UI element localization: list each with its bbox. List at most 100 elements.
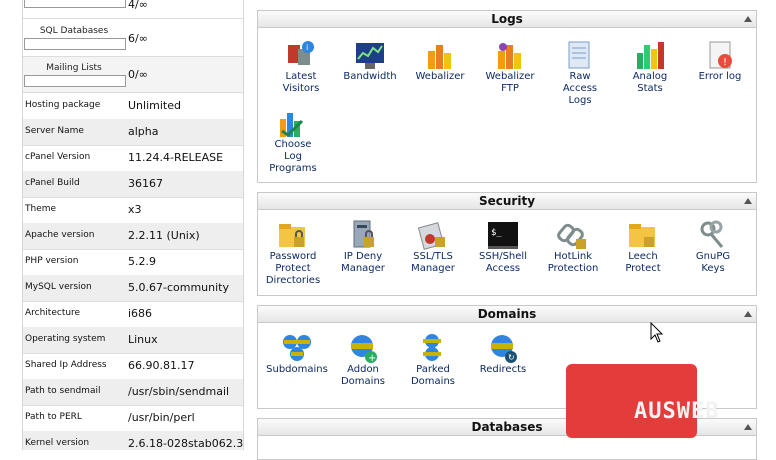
addon-domains-icon: + xyxy=(346,332,380,364)
info-label: Operating system xyxy=(25,334,106,344)
security-item-ip-deny[interactable]: IP Deny Manager xyxy=(328,219,398,275)
svg-text:$_: $_ xyxy=(491,228,502,238)
domains-title: Domains xyxy=(477,307,537,321)
stat-row-sql-databases: SQL Databases 6/∞ xyxy=(23,19,243,57)
info-value: 5.2.9 xyxy=(128,255,156,268)
item-label: Analog Stats xyxy=(615,71,685,95)
logs-item-raw-access-logs[interactable]: Raw Access Logs xyxy=(545,39,615,107)
item-label-line: Leech xyxy=(628,251,658,262)
gnupg-keys-icon xyxy=(696,219,730,251)
collapse-arrow-icon[interactable] xyxy=(744,198,752,204)
usage-bar xyxy=(24,38,126,50)
info-label: Shared Ip Address xyxy=(25,360,107,370)
collapse-arrow-icon[interactable] xyxy=(744,16,752,22)
logs-item-webalizer-ftp[interactable]: Webalizer FTP xyxy=(475,39,545,95)
item-label: SSL/TLS Manager xyxy=(398,251,468,275)
logs-item-error-log[interactable]: ! Error log xyxy=(685,39,755,83)
info-label: Kernel version xyxy=(25,438,90,448)
domains-header[interactable]: Domains xyxy=(258,306,756,323)
item-label: GnuPG Keys xyxy=(678,251,748,275)
svg-text:!: ! xyxy=(723,57,727,68)
info-label: Path to PERL xyxy=(25,412,82,422)
info-value: 36167 xyxy=(128,177,163,190)
latest-visitors-icon: i xyxy=(284,39,318,71)
ssl-tls-icon xyxy=(416,219,450,251)
info-value: 2.6.18-028stab062.3 xyxy=(128,437,244,450)
info-value: 11.24.4-RELEASE xyxy=(128,151,224,164)
info-row: cPanel Build 36167 xyxy=(23,171,243,198)
info-label: PHP version xyxy=(25,256,79,266)
item-label-line: Addon xyxy=(347,364,379,375)
info-row: Path to sendmail/usr/sbin/sendmail xyxy=(23,379,243,406)
item-label-line: Directories xyxy=(265,275,321,286)
hotlink-icon xyxy=(556,219,590,251)
stat-row: 4/∞ xyxy=(23,0,243,19)
domains-item-addon-domains[interactable]: + Addon Domains xyxy=(328,332,398,388)
item-label: Subdomains xyxy=(262,364,332,376)
item-label-line: Protection xyxy=(547,263,599,274)
info-row: Hosting package Unlimited xyxy=(23,93,243,120)
bandwidth-icon xyxy=(353,39,387,71)
collapse-arrow-icon[interactable] xyxy=(744,424,752,430)
item-label-line: HotLink xyxy=(553,251,593,262)
item-label-line: Latest xyxy=(285,71,317,82)
item-label: Error log xyxy=(685,71,755,83)
usage-bar xyxy=(24,0,126,8)
item-label-line: Keys xyxy=(701,263,725,274)
item-label-line: Analog xyxy=(632,71,668,82)
security-item-ssh-shell[interactable]: $_ SSH/Shell Access xyxy=(468,219,538,275)
item-label: Redirects xyxy=(468,364,538,376)
info-row: Kernel version 2.6.18-028stab062.3 xyxy=(23,431,243,450)
parked-domains-icon xyxy=(416,332,450,364)
domains-item-parked-domains[interactable]: Parked Domains xyxy=(398,332,468,388)
security-item-password-protect[interactable]: Password Protect Directories xyxy=(258,219,328,287)
info-row: Path to PERL/usr/bin/perl xyxy=(23,405,243,432)
stats-panel: 4/∞ SQL Databases 6/∞ Mailing Lists 0/∞ … xyxy=(22,0,244,450)
logs-item-bandwidth[interactable]: Bandwidth xyxy=(335,39,405,83)
item-label: Choose Log Programs xyxy=(258,139,328,175)
logs-item-webalizer[interactable]: Webalizer xyxy=(405,39,475,83)
info-label: Theme xyxy=(25,204,57,214)
info-row: MySQL version 5.0.67-community xyxy=(23,275,243,302)
security-item-leech-protect[interactable]: Leech Protect xyxy=(608,219,678,275)
item-label: Raw Access Logs xyxy=(545,71,615,107)
security-item-ssl-tls[interactable]: SSL/TLS Manager xyxy=(398,219,468,275)
item-label-line: Bandwidth xyxy=(343,71,397,82)
item-label-line: SSH/Shell xyxy=(479,251,527,262)
item-label: Parked Domains xyxy=(398,364,468,388)
item-label-line: SSL/TLS xyxy=(413,251,453,262)
item-label-line: Manager xyxy=(411,263,455,274)
leech-protect-icon xyxy=(626,219,660,251)
logs-item-latest-visitors[interactable]: i Latest Visitors xyxy=(266,39,336,95)
security-item-hotlink[interactable]: HotLink Protection xyxy=(538,219,608,275)
security-item-gnupg-keys[interactable]: GnuPG Keys xyxy=(678,219,748,275)
domains-item-subdomains[interactable]: Subdomains xyxy=(262,332,332,376)
item-label-line: Access xyxy=(485,263,521,274)
logs-title: Logs xyxy=(491,12,523,26)
item-label-line: Parked xyxy=(416,364,450,375)
item-label: Leech Protect xyxy=(608,251,678,275)
svg-text:↻: ↻ xyxy=(508,353,515,362)
svg-text:i: i xyxy=(306,43,308,52)
info-label: Architecture xyxy=(25,308,81,318)
info-row: Theme x3 xyxy=(23,197,243,224)
item-label: Bandwidth xyxy=(335,71,405,83)
item-label-line: Raw xyxy=(569,71,591,82)
logs-header[interactable]: Logs xyxy=(258,11,756,28)
info-label: Hosting package xyxy=(25,100,101,110)
logs-item-choose-log-programs[interactable]: Choose Log Programs xyxy=(258,107,328,175)
item-label-line: IP Deny xyxy=(343,251,383,262)
info-row: Architecture i686 xyxy=(23,301,243,328)
item-label-line: Logs xyxy=(568,95,592,106)
item-label-line: Password xyxy=(269,251,317,262)
error-log-icon: ! xyxy=(703,39,737,71)
item-label: Webalizer xyxy=(405,71,475,83)
item-label-line: Access xyxy=(562,83,598,94)
logs-item-analog-stats[interactable]: Analog Stats xyxy=(615,39,685,95)
item-label-line: Domains xyxy=(340,376,385,387)
security-header[interactable]: Security xyxy=(258,193,756,210)
collapse-arrow-icon[interactable] xyxy=(744,311,752,317)
item-label-line: Domains xyxy=(410,376,455,387)
domains-item-redirects[interactable]: ↻ Redirects xyxy=(468,332,538,376)
webalizer-ftp-icon xyxy=(493,39,527,71)
